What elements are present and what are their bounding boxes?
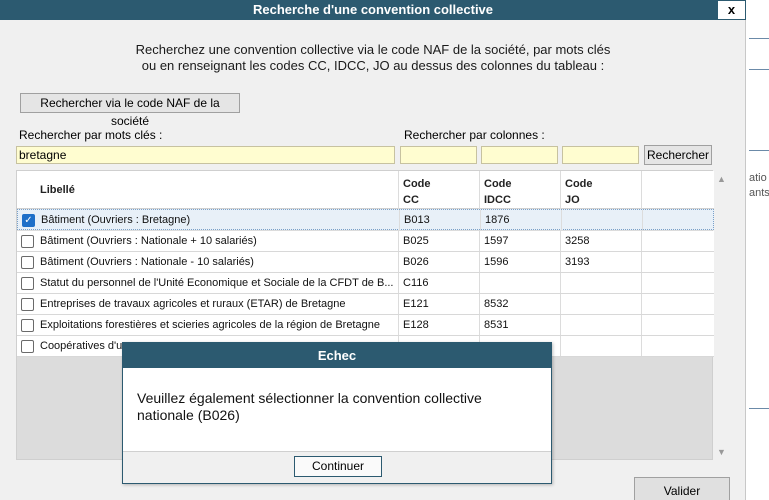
keywords-label: Rechercher par mots clés : <box>19 128 163 142</box>
cell-jo <box>561 294 642 314</box>
header-jo-line2: JO <box>565 194 580 206</box>
header-idcc-line1: Code <box>484 178 512 190</box>
cell-cc: E121 <box>399 294 480 314</box>
background-divider <box>749 69 769 70</box>
row-checkbox[interactable] <box>21 277 34 290</box>
header-cc-line1: Code <box>403 178 431 190</box>
header-idcc-line2: IDCC <box>484 194 511 206</box>
cell-jo <box>561 273 642 293</box>
cell-idcc: 1876 <box>481 210 562 230</box>
header-jo-line1: Code <box>565 178 593 190</box>
cell-jo <box>561 336 642 356</box>
background-text: atio <box>749 172 767 184</box>
cell-cc: B026 <box>399 252 480 272</box>
column-header-idcc[interactable]: Code IDCC <box>480 171 561 209</box>
columns-label: Rechercher par colonnes : <box>404 128 545 142</box>
error-modal: Echec Veuillez également sélectionner la… <box>122 342 552 484</box>
scroll-down-arrow-icon[interactable]: ▼ <box>717 447 726 457</box>
row-checkbox[interactable] <box>21 256 34 269</box>
idcc-code-input[interactable] <box>481 146 558 164</box>
cell-cc: B013 <box>400 210 481 230</box>
modal-footer: Continuer <box>123 451 551 483</box>
row-checkbox[interactable] <box>21 340 34 353</box>
cell-libelle: Bâtiment (Ouvriers : Bretagne) <box>37 210 400 230</box>
cell-libelle: Exploitations forestières et scieries ag… <box>36 315 399 335</box>
row-checkbox[interactable]: ✓ <box>22 214 35 227</box>
background-divider <box>749 408 769 409</box>
table-row[interactable]: Bâtiment (Ouvriers : Nationale + 10 sala… <box>17 231 714 252</box>
jo-code-input[interactable] <box>562 146 639 164</box>
search-by-naf-button[interactable]: Rechercher via le code NAF de la société <box>20 93 240 128</box>
cell-idcc: 1596 <box>480 252 561 272</box>
modal-message: Veuillez également sélectionner la conve… <box>137 390 537 424</box>
cell-idcc: 8531 <box>480 315 561 335</box>
cell-libelle: Statut du personnel de l'Unité Economiqu… <box>36 273 399 293</box>
cell-idcc <box>480 273 561 293</box>
cell-libelle: Entreprises de travaux agricoles et rura… <box>36 294 399 314</box>
header-cc-line2: CC <box>403 194 419 206</box>
table-row[interactable]: Entreprises de travaux agricoles et rura… <box>17 294 714 315</box>
scroll-up-arrow-icon[interactable]: ▲ <box>717 174 726 184</box>
cc-code-input[interactable] <box>400 146 477 164</box>
validate-button[interactable]: Valider <box>634 477 730 500</box>
intro-line-2: ou en renseignant les codes CC, IDCC, JO… <box>141 58 605 73</box>
cell-cc: E128 <box>399 315 480 335</box>
cell-jo: 3193 <box>561 252 642 272</box>
background-divider <box>749 38 769 39</box>
background-divider <box>749 150 769 151</box>
row-checkbox[interactable] <box>21 235 34 248</box>
checkmark-icon: ✓ <box>24 215 33 226</box>
continue-button[interactable]: Continuer <box>294 456 382 477</box>
column-header-jo[interactable]: Code JO <box>561 171 642 209</box>
search-button[interactable]: Rechercher <box>644 145 712 165</box>
background-window <box>747 0 769 500</box>
row-checkbox[interactable] <box>21 298 34 311</box>
column-header-libelle[interactable]: Libellé <box>36 171 399 209</box>
modal-message-line-1: Veuillez également sélectionner la conve… <box>137 390 482 406</box>
cell-libelle: Bâtiment (Ouvriers : Nationale + 10 sala… <box>36 231 399 251</box>
table-row[interactable]: Exploitations forestières et scieries ag… <box>17 315 714 336</box>
table-row[interactable]: ✓ Bâtiment (Ouvriers : Bretagne) B013 18… <box>17 209 714 230</box>
cell-libelle: Bâtiment (Ouvriers : Nationale - 10 sala… <box>36 252 399 272</box>
table-row[interactable]: Statut du personnel de l'Unité Economiqu… <box>17 273 714 294</box>
table-header: Libellé Code CC Code IDCC Code JO <box>17 171 714 209</box>
keywords-input[interactable]: bretagne <box>16 146 395 164</box>
cell-jo <box>561 315 642 335</box>
column-header-cc[interactable]: Code CC <box>399 171 480 209</box>
cell-idcc: 8532 <box>480 294 561 314</box>
cell-jo: 3258 <box>561 231 642 251</box>
cell-jo <box>562 210 643 230</box>
close-icon[interactable]: x <box>717 0 746 20</box>
cell-cc: C116 <box>399 273 480 293</box>
modal-title: Echec <box>123 343 551 368</box>
dialog-title: Recherche d'une convention collective <box>0 0 746 20</box>
intro-text: Recherchez une convention collective via… <box>0 42 746 74</box>
cell-cc: B025 <box>399 231 480 251</box>
intro-line-1: Recherchez une convention collective via… <box>135 42 611 57</box>
cell-idcc: 1597 <box>480 231 561 251</box>
table-row[interactable]: Bâtiment (Ouvriers : Nationale - 10 sala… <box>17 252 714 273</box>
background-text: ants <box>749 187 769 199</box>
row-checkbox[interactable] <box>21 319 34 332</box>
modal-message-line-2: nationale (B026) <box>137 407 240 423</box>
